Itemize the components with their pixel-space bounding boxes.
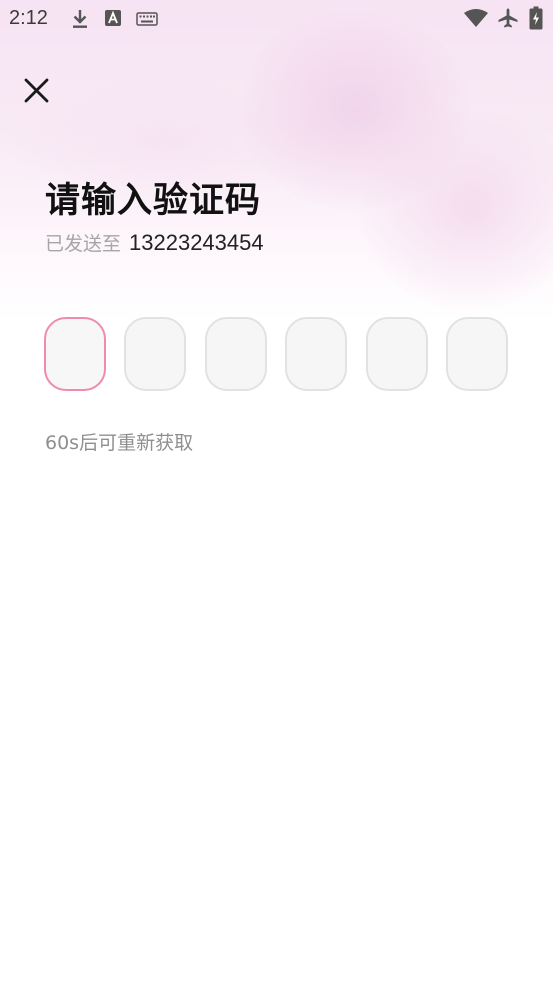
verification-code-screen: 2:12 请输入验证码 已发送至 13223243454 60s后可重新获取	[0, 0, 553, 983]
sent-to-label: 已发送至	[45, 233, 122, 255]
wifi-icon	[463, 8, 489, 32]
code-digit-box-1[interactable]	[44, 317, 106, 391]
airplane-icon	[497, 7, 519, 33]
code-digit-box-5[interactable]	[366, 317, 428, 391]
close-icon	[24, 78, 49, 103]
code-digit-box-6[interactable]	[446, 317, 508, 391]
code-input-group	[44, 317, 509, 391]
close-button[interactable]	[18, 72, 56, 110]
battery-charging-icon	[529, 6, 543, 34]
resend-countdown: 60s后可重新获取	[45, 432, 194, 454]
sent-to-row: 已发送至 13223243454	[45, 229, 264, 259]
download-icon	[70, 8, 90, 34]
status-bar: 2:12	[0, 0, 553, 36]
code-digit-box-4[interactable]	[285, 317, 347, 391]
page-title: 请输入验证码	[45, 181, 262, 221]
font-a-icon	[104, 9, 122, 31]
code-digit-box-2[interactable]	[124, 317, 186, 391]
code-digit-box-3[interactable]	[205, 317, 267, 391]
keyboard-icon	[136, 11, 158, 30]
phone-number: 13223243454	[129, 229, 264, 255]
status-time: 2:12	[9, 7, 48, 29]
